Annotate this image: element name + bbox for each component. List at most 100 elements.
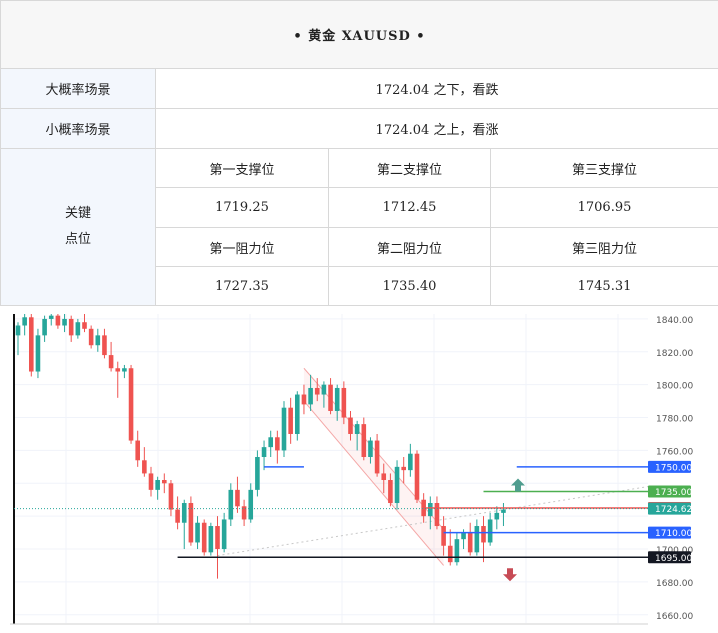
candle-body — [189, 503, 194, 542]
candle-body — [348, 418, 353, 434]
resistance-3-header: 第三阻力位 — [491, 228, 718, 267]
candle-body — [96, 335, 101, 345]
candle-body — [295, 395, 300, 434]
candle-body — [109, 355, 114, 368]
support-3-value: 1706.95 — [491, 188, 718, 228]
candle-body — [501, 510, 506, 513]
candle-body — [282, 408, 287, 451]
level-price-label: 1710.00 — [655, 529, 692, 539]
candle-body — [355, 424, 360, 434]
chart-background — [0, 308, 718, 629]
candle-body — [162, 480, 167, 483]
support-1-header: 第一支撑位 — [156, 149, 329, 188]
candle-body — [115, 368, 120, 371]
candle-body — [202, 523, 207, 553]
candle-body — [209, 526, 214, 552]
candle-body — [56, 316, 61, 326]
candle-body — [16, 326, 21, 336]
candle-body — [475, 526, 480, 552]
axis-tick-label: 1660.00 — [656, 612, 693, 622]
axis-tick-label: 1680.00 — [656, 579, 693, 589]
resistance-1-header: 第一阻力位 — [156, 228, 329, 267]
axis-tick-label: 1840.00 — [656, 316, 693, 326]
candle-body — [215, 526, 220, 549]
candle-body — [381, 473, 386, 480]
analysis-table: • 黄金 XAUUSD • 大概率场景 1724.04 之下，看跌 小概率场景 … — [0, 0, 718, 306]
key-levels-label: 关键 点位 — [1, 149, 156, 306]
candle-body — [195, 523, 200, 543]
candle-body — [62, 319, 67, 326]
candle-body — [415, 454, 420, 500]
support-2-header: 第二支撑位 — [329, 149, 491, 188]
candle-body — [481, 526, 486, 542]
candle-body — [102, 335, 107, 355]
big-scenario-label: 大概率场景 — [1, 69, 156, 109]
candle-body — [448, 546, 453, 562]
candle-body — [248, 490, 253, 520]
resistance-2-value: 1735.40 — [329, 267, 491, 306]
candle-body — [441, 526, 446, 546]
candle-body — [142, 460, 147, 473]
axis-tick-label: 1780.00 — [656, 415, 693, 425]
candle-body — [76, 322, 81, 335]
candle-body — [315, 388, 320, 395]
chart-grid — [0, 308, 718, 629]
candle-body — [488, 519, 493, 542]
key-levels-label-line2: 点位 — [1, 227, 155, 253]
candle-body — [275, 437, 280, 450]
support-3-header: 第三支撑位 — [491, 149, 718, 188]
candle-body — [401, 467, 406, 470]
candle-body — [335, 388, 340, 411]
price-chart: 1840.001820.001800.001780.001760.001700.… — [0, 308, 718, 629]
candle-body — [22, 317, 27, 325]
candle-body — [262, 447, 267, 457]
candle-body — [122, 368, 127, 371]
key-levels-label-line1: 关键 — [1, 201, 155, 227]
candle-body — [42, 319, 47, 335]
candle-body — [255, 457, 260, 490]
candle-body — [428, 503, 433, 516]
candle-body — [302, 395, 307, 405]
axis-tick-label: 1800.00 — [656, 382, 693, 392]
small-scenario-value: 1724.04 之上，看涨 — [156, 109, 718, 149]
candle-body — [322, 385, 327, 395]
candle-body — [362, 424, 367, 457]
candle-body — [288, 408, 293, 434]
candle-body — [229, 490, 234, 520]
support-1-value: 1719.25 — [156, 188, 329, 228]
candle-body — [69, 319, 74, 335]
axis-tick-label: 1820.00 — [656, 349, 693, 359]
candlestick-chart: 1840.001820.001800.001780.001760.001700.… — [0, 308, 718, 629]
candle-body — [129, 368, 134, 440]
level-price-label: 1724.62 — [655, 505, 692, 515]
small-scenario-label: 小概率场景 — [1, 109, 156, 149]
candle-body — [135, 441, 140, 461]
support-2-value: 1712.45 — [329, 188, 491, 228]
big-scenario-value: 1724.04 之下，看跌 — [156, 69, 718, 109]
candle-body — [29, 317, 34, 371]
resistance-1-value: 1727.35 — [156, 267, 329, 306]
candle-body — [235, 490, 240, 506]
candle-body — [222, 519, 227, 549]
candle-body — [169, 483, 174, 509]
level-price-label: 1735.00 — [655, 488, 692, 498]
candle-body — [455, 539, 460, 562]
resistance-3-value: 1745.31 — [491, 267, 718, 306]
level-price-label: 1695.00 — [655, 554, 692, 564]
candle-body — [435, 503, 440, 526]
candle-body — [149, 473, 154, 489]
candle-body — [368, 441, 373, 457]
level-price-label: 1750.00 — [655, 463, 692, 473]
candle-body — [182, 503, 187, 523]
candle-body — [328, 385, 333, 411]
page: • 黄金 XAUUSD • 大概率场景 1724.04 之下，看跌 小概率场景 … — [0, 0, 718, 629]
candle-body — [342, 388, 347, 418]
candle-body — [495, 513, 500, 520]
candle-body — [308, 388, 313, 404]
axis-tick-label: 1760.00 — [656, 447, 693, 457]
candle-body — [155, 480, 160, 490]
candle-body — [89, 329, 94, 345]
candle-body — [82, 322, 87, 329]
candle-body — [461, 533, 466, 540]
candle-body — [408, 454, 413, 470]
